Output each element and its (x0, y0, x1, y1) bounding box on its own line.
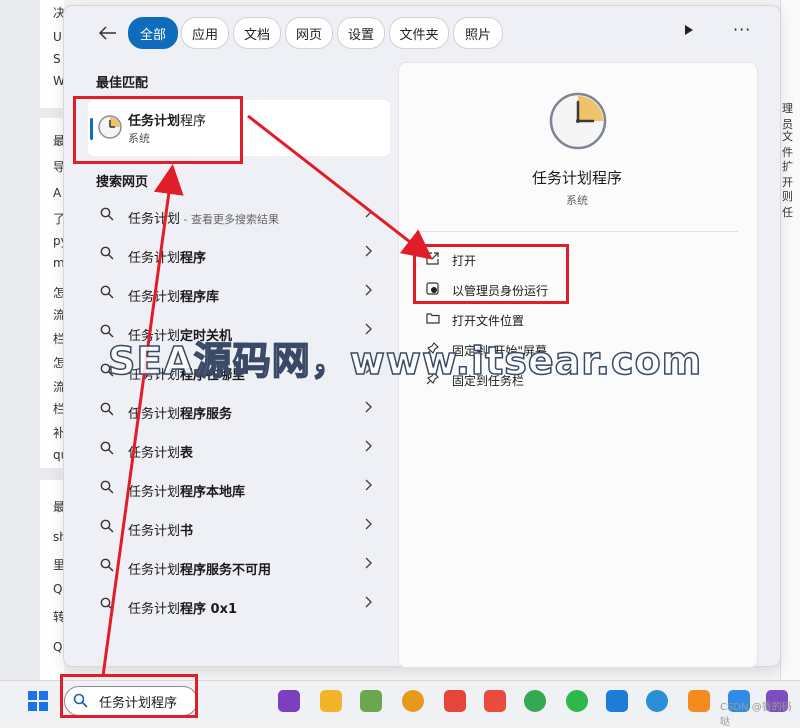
site-watermark: SEA源码网，www.itsear.com (107, 338, 703, 384)
arrow-search-to-best (101, 164, 184, 677)
arrow-best-to-actions (247, 114, 433, 260)
